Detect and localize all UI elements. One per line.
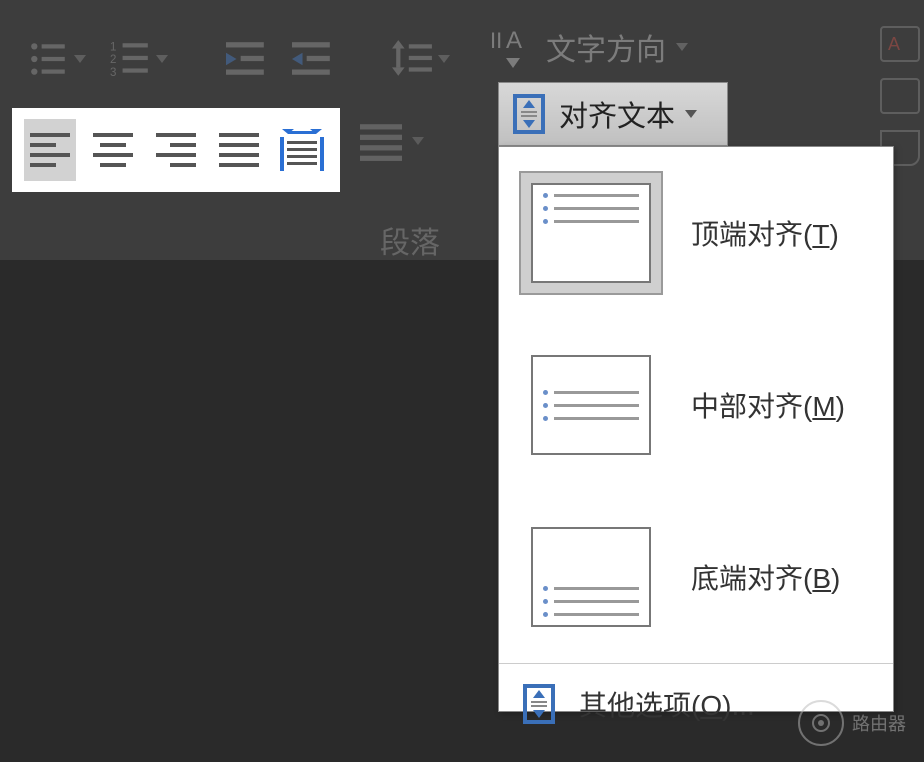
align-distributed-icon [280,129,324,171]
align-text-dropdown: 顶端对齐(T) 中部对齐(M) 底端对齐(B) [498,146,894,712]
menu-item-label: 其他选项(O)... [579,684,755,724]
chevron-down-icon [685,110,697,118]
increase-indent-button[interactable] [292,38,334,80]
increase-indent-icon [292,38,334,80]
shape-fill-partial[interactable]: A [880,26,920,62]
more-options-icon [519,682,559,726]
middle-align-thumbnail [531,355,651,455]
align-distributed-button[interactable] [276,119,328,181]
chevron-down-icon [412,137,424,145]
line-spacing-button[interactable] [392,38,450,80]
numbering-button[interactable]: 1 2 3 [110,38,168,80]
align-right-button[interactable] [150,119,202,181]
menu-item-middle-align[interactable]: 中部对齐(M) [499,319,893,491]
align-text-icon [509,92,549,136]
menu-item-label: 底端对齐(B) [691,557,840,597]
align-text-label: 对齐文本 [559,93,675,135]
watermark: 路由器 [798,700,906,746]
ribbon-row-columns [360,120,424,162]
align-center-button[interactable] [87,119,139,181]
columns-icon [360,120,402,162]
shape-outline-partial[interactable] [880,78,920,114]
numbering-icon: 1 2 3 [110,38,152,80]
align-left-icon [30,133,70,167]
bottom-align-thumbnail [531,527,651,627]
decrease-indent-button[interactable] [226,38,268,80]
align-left-button[interactable] [24,119,76,181]
menu-item-label: 中部对齐(M) [691,385,845,425]
chevron-down-icon [156,55,168,63]
align-center-icon [93,133,133,167]
section-label: 段落 [380,218,440,262]
svg-text:A: A [506,27,522,54]
svg-text:II: II [490,28,502,53]
chevron-down-icon [676,43,688,51]
text-direction-label: 文字方向 [546,25,666,69]
chevron-down-icon [438,55,450,63]
svg-text:2: 2 [110,54,116,66]
watermark-text: 路由器 [852,710,906,736]
align-justify-button[interactable] [213,119,265,181]
svg-text:3: 3 [110,67,116,79]
align-justify-icon [219,133,259,167]
chevron-down-icon [74,55,86,63]
watermark-icon [798,700,844,746]
text-direction-icon: II A [490,24,536,70]
svg-text:A: A [888,34,900,54]
menu-item-label: 顶端对齐(T) [691,213,839,253]
align-right-icon [156,133,196,167]
decrease-indent-icon [226,38,268,80]
bullets-icon [28,38,70,80]
menu-item-top-align[interactable]: 顶端对齐(T) [499,147,893,319]
alignment-toolbar [12,108,340,192]
top-align-thumbnail [531,183,651,283]
align-text-button[interactable]: 对齐文本 [498,82,728,146]
menu-item-bottom-align[interactable]: 底端对齐(B) [499,491,893,663]
bullets-button[interactable] [28,38,86,80]
line-spacing-icon [392,38,434,80]
text-direction-button[interactable]: II A 文字方向 [490,24,688,70]
ribbon-row-lists: 1 2 3 [28,38,450,80]
svg-text:1: 1 [110,42,116,54]
